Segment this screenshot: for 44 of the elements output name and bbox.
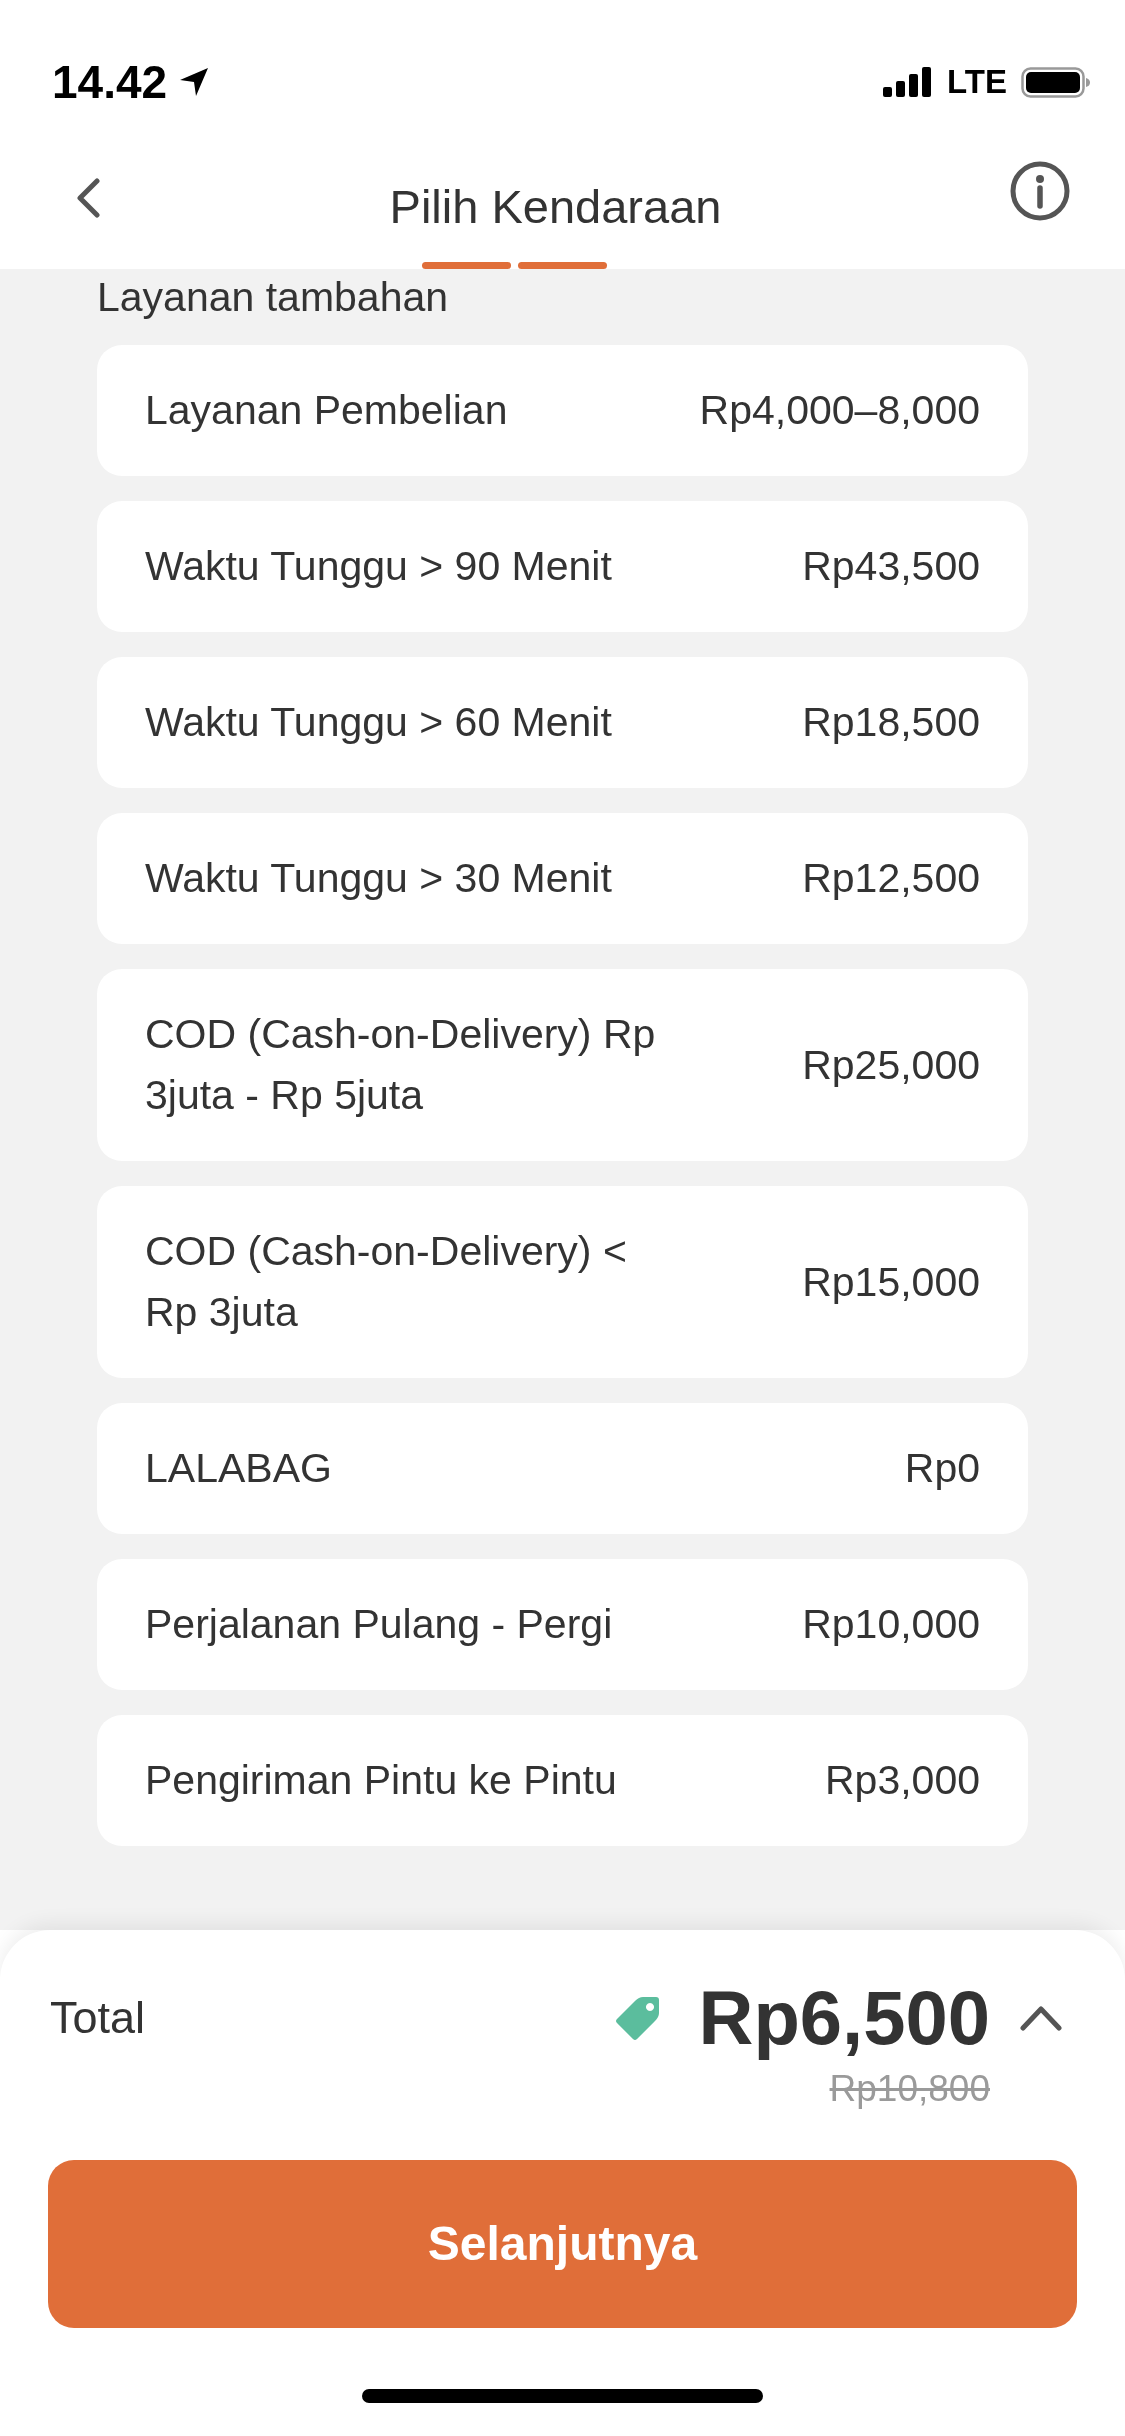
status-time: 14.42 [52,56,168,108]
service-card[interactable]: Perjalanan Pulang - Pergi Rp10,000 [97,1559,1028,1690]
back-chevron-icon [75,178,101,218]
service-card[interactable]: LALABAG Rp0 [97,1403,1028,1534]
service-name: Pengiriman Pintu ke Pintu [145,1756,617,1805]
service-price: Rp18,500 [802,698,980,747]
service-price: Rp10,000 [802,1600,980,1649]
service-card[interactable]: Pengiriman Pintu ke Pintu Rp3,000 [97,1715,1028,1846]
service-name: Waktu Tunggu > 60 Menit [145,698,612,747]
total-price: Rp6,500 [698,1974,990,2062]
page-title: Pilih Kendaraan [389,179,722,235]
service-card[interactable]: Layanan Pembelian Rp4,000–8,000 [97,345,1028,476]
service-price: Rp3,000 [825,1756,980,1805]
service-card[interactable]: Waktu Tunggu > 90 Menit Rp43,500 [97,501,1028,632]
battery-icon [1021,66,1091,98]
service-name: LALABAG [145,1444,332,1493]
info-icon [1010,161,1070,221]
service-name: Perjalanan Pulang - Pergi [145,1600,613,1649]
chevron-up-icon [1020,2005,1062,2031]
service-card[interactable]: COD (Cash-on-Delivery) < Rp 3juta Rp15,000 [97,1186,1028,1378]
service-price: Rp43,500 [802,542,980,591]
service-name: Waktu Tunggu > 90 Menit [145,542,612,591]
service-name: Waktu Tunggu > 30 Menit [145,854,612,903]
service-price: Rp4,000–8,000 [699,386,980,435]
service-price: Rp15,000 [802,1257,980,1307]
service-price: Rp12,500 [802,854,980,903]
total-label: Total [50,1991,146,2045]
service-price: Rp0 [904,1444,980,1493]
service-card[interactable]: COD (Cash-on-Delivery) Rp 3juta - Rp 5juta Rp25,000 [97,969,1028,1161]
service-name: COD (Cash-on-Delivery) Rp 3juta - Rp 5juta [145,1010,657,1120]
location-arrow-icon [179,67,210,97]
back-button[interactable] [75,178,101,218]
info-button[interactable] [1010,161,1070,221]
tag-icon [614,1995,661,2041]
service-card[interactable]: Waktu Tunggu > 60 Menit Rp18,500 [97,657,1028,788]
service-name: COD (Cash-on-Delivery) < Rp 3juta [145,1227,628,1337]
service-card[interactable]: Waktu Tunggu > 30 Menit Rp12,500 [97,813,1028,944]
original-price: Rp10,800 [829,2067,990,2111]
service-price: Rp25,000 [802,1040,980,1090]
network-type: LTE [947,62,1007,102]
service-name: Layanan Pembelian [145,386,508,435]
expand-button[interactable] [1020,2005,1062,2031]
section-title: Layanan tambahan [97,273,450,321]
signal-icon [883,67,934,97]
